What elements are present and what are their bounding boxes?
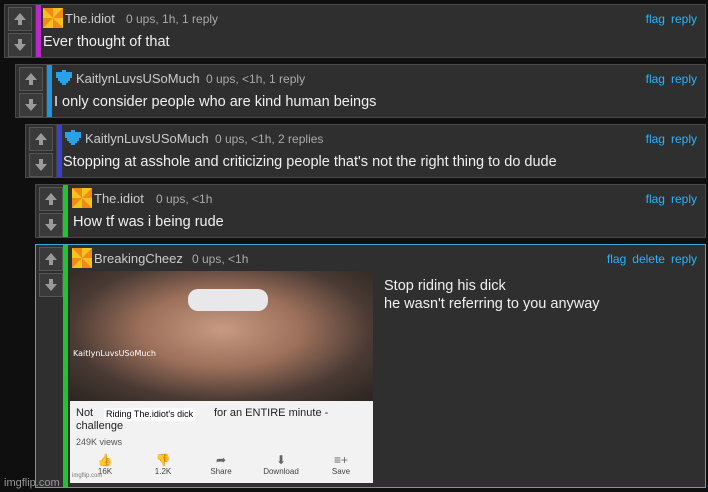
comment-username[interactable]: BreakingCheez [94, 251, 183, 266]
thumbs-down-icon: 👎 [155, 453, 171, 467]
meme-image[interactable]: KaitlynLuvsUSoMuch Not Riding The.idiot'… [70, 271, 373, 483]
comment-text-line: he wasn't referring to you anyway [384, 296, 600, 312]
download-icon: ⬇ [275, 453, 287, 467]
imgflip-watermark: imgflip.com [4, 477, 60, 489]
arrow-down-icon [25, 99, 37, 111]
download-button: ⬇ Download [256, 453, 306, 476]
comment: KaitlynLuvsUSoMuch 0 ups, <1h, 2 replies… [25, 124, 706, 178]
thread-stripe [47, 65, 52, 117]
comment-username[interactable]: The.idiot [94, 191, 144, 206]
dislike-count: 1.2K [154, 467, 172, 476]
pinwheel-icon [72, 188, 92, 208]
title-end: for an ENTIRE minute - [214, 407, 329, 419]
arrow-down-icon [14, 39, 26, 51]
arrow-up-icon [45, 193, 57, 205]
arrow-up-icon [45, 253, 57, 265]
downvote-button[interactable] [29, 153, 53, 177]
arrow-down-icon [35, 159, 47, 171]
arrow-up-icon [35, 133, 47, 145]
view-count: 249K views [76, 437, 123, 447]
comment: The.idiot 0 ups, <1h flag reply How tf wa… [35, 184, 706, 238]
arrow-up-icon [25, 73, 37, 85]
flag-link[interactable]: flag [646, 12, 665, 26]
flag-link[interactable]: flag [607, 252, 626, 266]
comment-username[interactable]: KaitlynLuvsUSoMuch [85, 131, 209, 146]
comment-username[interactable]: KaitlynLuvsUSoMuch [76, 71, 200, 86]
reply-link[interactable]: reply [671, 72, 697, 86]
flag-link[interactable]: flag [646, 192, 665, 206]
heart-icon [56, 70, 72, 85]
arrow-down-icon [45, 219, 57, 231]
overlay-username: KaitlynLuvsUSoMuch [73, 349, 156, 358]
download-label: Download [263, 467, 299, 476]
thread-stripe [63, 245, 68, 487]
thread-stripe [36, 5, 41, 57]
title-line2: challenge [76, 420, 124, 432]
vote-controls [5, 5, 36, 57]
flag-link[interactable]: flag [646, 132, 665, 146]
comment: BreakingCheez 0 ups, <1h flag delete reply… [35, 244, 706, 488]
comment-actions: flag reply [640, 12, 697, 26]
comment-text: How tf was i being rude [73, 214, 224, 230]
dislike-button: 👎 1.2K [138, 453, 188, 476]
comment-text: Stopping at asshole and criticizing peop… [63, 154, 557, 170]
comment-meta: 0 ups, <1h [156, 192, 213, 206]
arrow-down-icon [45, 279, 57, 291]
downvote-button[interactable] [39, 273, 63, 297]
downvote-button[interactable] [19, 93, 43, 117]
save-button: ≡+ Save [316, 453, 366, 476]
comment-meta: 0 ups, <1h [192, 252, 249, 266]
thumbs-up-icon: 👍 [97, 453, 113, 467]
upvote-button[interactable] [39, 187, 63, 211]
save-icon: ≡+ [333, 453, 348, 467]
vote-controls [16, 65, 47, 117]
reply-link[interactable]: reply [671, 12, 697, 26]
share-button: ➦ Share [196, 453, 246, 476]
video-action-bar: 👍 16K 👎 1.2K ➦ Share ⬇ Download ≡+ Save [70, 453, 373, 483]
thread-stripe [57, 125, 62, 177]
title-start: Not [76, 407, 94, 419]
upvote-button[interactable] [39, 247, 63, 271]
downvote-button[interactable] [8, 33, 32, 57]
comment-meta: 0 ups, <1h, 1 reply [206, 72, 306, 86]
comment-text: I only consider people who are kind huma… [54, 94, 377, 110]
pinwheel-icon [72, 248, 92, 268]
upvote-button[interactable] [19, 67, 43, 91]
downvote-button[interactable] [39, 213, 63, 237]
comment-actions: flag reply [640, 192, 697, 206]
heart-icon [65, 130, 81, 145]
comment-username[interactable]: The.idiot [65, 11, 115, 26]
reply-link[interactable]: reply [671, 132, 697, 146]
upvote-button[interactable] [29, 127, 53, 151]
comment-meta: 0 ups, <1h, 2 replies [215, 132, 324, 146]
arrow-up-icon [14, 13, 26, 25]
reply-link[interactable]: reply [671, 192, 697, 206]
share-icon: ➦ [215, 453, 227, 467]
comment-text-line: Stop riding his dick [384, 278, 506, 294]
comment-actions: flag reply [640, 132, 697, 146]
comment-text: Stop riding his dick he wasn't referring… [384, 277, 600, 313]
thread-stripe [63, 185, 68, 237]
comment: The.idiot 0 ups, 1h, 1 reply flag reply E… [4, 4, 706, 58]
comment-meta: 0 ups, 1h, 1 reply [126, 12, 219, 26]
comment: KaitlynLuvsUSoMuch 0 ups, <1h, 1 reply f… [15, 64, 706, 118]
flag-link[interactable]: flag [646, 72, 665, 86]
comment-actions: flag reply [640, 72, 697, 86]
pinwheel-icon [43, 8, 63, 28]
share-label: Share [210, 467, 232, 476]
image-watermark: imgflip.com [72, 473, 103, 479]
comment-actions: flag delete reply [601, 252, 697, 266]
delete-link[interactable]: delete [632, 252, 665, 266]
upvote-button[interactable] [8, 7, 32, 31]
reply-link[interactable]: reply [671, 252, 697, 266]
save-label: Save [331, 467, 351, 476]
headband-shape [188, 289, 268, 311]
vote-controls [26, 125, 57, 177]
comment-text: Ever thought of that [43, 34, 170, 50]
